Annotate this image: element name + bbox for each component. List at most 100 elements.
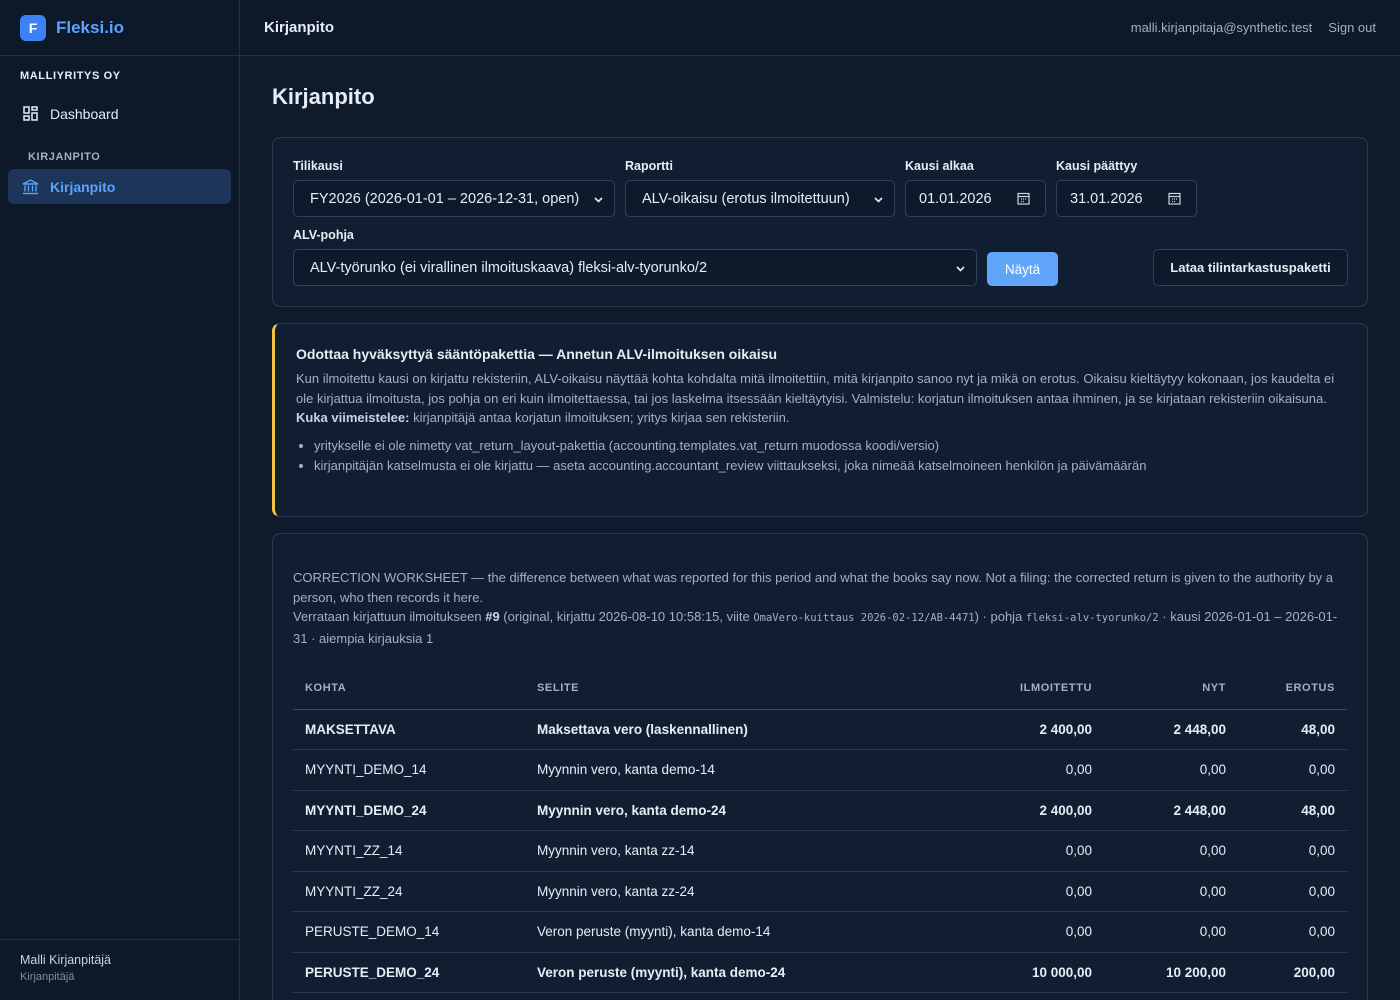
nayta-button[interactable]: Näytä	[987, 252, 1058, 286]
compare-mid: (original, kirjattu 2026-08-10 10:58:15,…	[499, 609, 754, 624]
cell-ilmoitettu: 0,00	[944, 749, 1104, 791]
sign-out-link[interactable]: Sign out	[1328, 20, 1376, 35]
table-row: PERUSTE_ZZ_14Veron peruste (myynti), kan…	[293, 992, 1347, 1000]
kausi-alkaa-input[interactable]: 01.01.2026	[905, 180, 1046, 217]
notice-who-label: Kuka viimeistelee:	[296, 410, 410, 425]
kausi-paattyy-input[interactable]: 31.01.2026	[1056, 180, 1197, 217]
col-selite: SELITE	[525, 667, 944, 710]
nav-section-kirjanpito: KIRJANPITO	[28, 151, 101, 163]
page-title: Kirjanpito	[272, 84, 375, 109]
cell-nyt: 0,00	[1104, 749, 1238, 791]
cell-kohta: MYYNTI_ZZ_14	[293, 830, 525, 872]
cell-erotus: 0,00	[1238, 830, 1347, 872]
cell-nyt: 0,00	[1104, 911, 1238, 953]
col-nyt: NYT	[1104, 667, 1238, 710]
col-ilmoitettu: ILMOITETTU	[944, 667, 1104, 710]
cell-ilmoitettu: 0,00	[944, 911, 1104, 953]
topbar-title: Kirjanpito	[264, 19, 334, 36]
table-row: MYYNTI_ZZ_24 Myynnin vero, kanta zz-24 0,0…	[293, 871, 1347, 912]
filter-card: Tilikausi FY2026 (2026-01-01 – 2026-12-3…	[272, 137, 1368, 307]
cell-kohta: MYYNTI_DEMO_24	[293, 790, 525, 831]
raportti-label: Raportti	[625, 159, 673, 173]
cell-erotus: 48,00	[1238, 790, 1347, 831]
cell-selite: Myynnin vero, kanta zz-24	[525, 871, 944, 912]
kausi-alkaa-label: Kausi alkaa	[905, 159, 974, 173]
table-row: MAKSETTAVA Maksettava vero (laskennalline…	[293, 709, 1347, 750]
list-item: kirjanpitäjän katselmusta ei ole kirjatt…	[314, 456, 1345, 476]
table-header: KOHTA SELITE ILMOITETTU NYT EROTUS	[293, 667, 1347, 710]
brand-logo: F	[20, 14, 46, 41]
cell-ilmoitettu: 0,00	[944, 830, 1104, 872]
cell-selite: Veron peruste (myynti), kanta demo-14	[525, 911, 944, 953]
kausi-alkaa-value: 01.01.2026	[919, 190, 992, 207]
worksheet-table: KOHTA SELITE ILMOITETTU NYT EROTUS MAKSE…	[293, 667, 1347, 1000]
notice-card: Odottaa hyväksyttyä sääntöpakettia — Ann…	[272, 323, 1368, 517]
calendar-icon[interactable]	[1017, 192, 1030, 209]
tilikausi-label: Tilikausi	[293, 159, 343, 173]
notice-who: Kuka viimeistelee: kirjanpitäjä antaa ko…	[296, 408, 1345, 428]
cell-kohta: PERUSTE_DEMO_14	[293, 911, 525, 953]
table-row: PERUSTE_DEMO_24 Veron peruste (myynti), k…	[293, 952, 1347, 993]
cell-nyt: 0,00	[1104, 830, 1238, 872]
col-kohta: KOHTA	[293, 667, 525, 710]
cell-kohta: PERUSTE_DEMO_24	[293, 952, 525, 993]
cell-selite: Myynnin vero, kanta demo-14	[525, 749, 944, 791]
brand[interactable]: F Fleksi.io	[0, 0, 239, 56]
cell-erotus: 0,00	[1238, 871, 1347, 912]
tilikausi-select[interactable]: FY2026 (2026-01-01 – 2026-12-31, open)	[293, 180, 615, 217]
cell-selite: Veron peruste (myynti), kanta zz-14	[525, 992, 944, 1000]
download-audit-package-button[interactable]: Lataa tilintarkastuspaketti	[1153, 249, 1348, 286]
topbar: Kirjanpito malli.kirjanpitaja@synthetic.…	[240, 0, 1400, 56]
cell-kohta: MAKSETTAVA	[293, 709, 525, 750]
cell-ilmoitettu: 0,00	[944, 992, 1104, 1000]
raportti-select[interactable]: ALV-oikaisu (erotus ilmoitettuun)	[625, 180, 895, 217]
notice-body: Kun ilmoitettu kausi on kirjattu rekiste…	[296, 371, 1335, 406]
alv-pohja-select[interactable]: ALV-työrunko (ei virallinen ilmoituskaav…	[293, 249, 977, 286]
cell-selite: Myynnin vero, kanta demo-24	[525, 790, 944, 831]
compare-ref: OmaVero-kuittaus 2026-02-12/AB-4471	[753, 612, 975, 624]
cell-erotus: 0,00	[1238, 749, 1347, 791]
tilikausi-value: FY2026 (2026-01-01 – 2026-12-31, open)	[310, 190, 580, 207]
cell-ilmoitettu: 2 400,00	[944, 790, 1104, 831]
sidebar-item-kirjanpito[interactable]: Kirjanpito	[8, 169, 231, 204]
alv-pohja-value: ALV-työrunko (ei virallinen ilmoituskaav…	[310, 259, 708, 276]
cell-erotus: 0,00	[1238, 992, 1347, 1000]
sidebar-item-label: Kirjanpito	[50, 178, 116, 195]
notice-list: yritykselle ei ole nimetty vat_return_la…	[296, 436, 1345, 476]
cell-selite: Myynnin vero, kanta zz-14	[525, 830, 944, 872]
sidebar-item-dashboard[interactable]: Dashboard	[8, 96, 231, 131]
org-name: MALLIYRITYS OY	[20, 70, 121, 82]
chevron-down-icon	[873, 193, 884, 209]
calendar-icon[interactable]	[1168, 192, 1181, 209]
user-name: Malli Kirjanpitäjä	[20, 953, 112, 967]
list-item: yritykselle ei ole nimetty vat_return_la…	[314, 436, 1345, 456]
compare-prefix: Verrataan kirjattuun ilmoitukseen	[293, 609, 486, 624]
cell-erotus: 0,00	[1238, 911, 1347, 953]
topbar-user: malli.kirjanpitaja@synthetic.test Sign o…	[1131, 20, 1376, 35]
table-row: MYYNTI_ZZ_14 Myynnin vero, kanta zz-14 0,0…	[293, 830, 1347, 872]
cell-nyt: 2 448,00	[1104, 709, 1238, 750]
user-role: Kirjanpitäjä	[20, 971, 75, 983]
cell-nyt: 2 448,00	[1104, 790, 1238, 831]
cell-ilmoitettu: 10 000,00	[944, 952, 1104, 993]
table-row: PERUSTE_DEMO_14 Veron peruste (myynti), k…	[293, 911, 1347, 953]
user-panel: Malli Kirjanpitäjä Kirjanpitäjä	[0, 939, 239, 1000]
table-row: MYYNTI_DEMO_24 Myynnin vero, kanta demo-2…	[293, 790, 1347, 831]
bank-icon	[21, 178, 39, 196]
cell-nyt: 0,00	[1104, 992, 1238, 1000]
dashboard-grid-icon	[21, 105, 39, 123]
col-erotus: EROTUS	[1238, 667, 1347, 710]
main-content: Kirjanpito Tilikausi FY2026 (2026-01-01 …	[272, 56, 1368, 1000]
kausi-paattyy-value: 31.01.2026	[1070, 190, 1143, 207]
worksheet-compare: Verrataan kirjattuun ilmoitukseen #9 (or…	[293, 607, 1347, 648]
cell-selite: Maksettava vero (laskennallinen)	[525, 709, 944, 750]
compare-id: #9	[485, 609, 500, 624]
notice-title: Odottaa hyväksyttyä sääntöpakettia — Ann…	[296, 346, 778, 362]
table-row: MYYNTI_DEMO_14 Myynnin vero, kanta demo-1…	[293, 749, 1347, 791]
cell-nyt: 10 200,00	[1104, 952, 1238, 993]
worksheet-intro: CORRECTION WORKSHEET — the difference be…	[293, 570, 1334, 605]
worksheet-card: CORRECTION WORKSHEET — the difference be…	[272, 533, 1368, 1000]
cell-erotus: 200,00	[1238, 952, 1347, 993]
sidebar: F Fleksi.io MALLIYRITYS OY Dashboard KIR…	[0, 0, 240, 1000]
cell-nyt: 0,00	[1104, 871, 1238, 912]
